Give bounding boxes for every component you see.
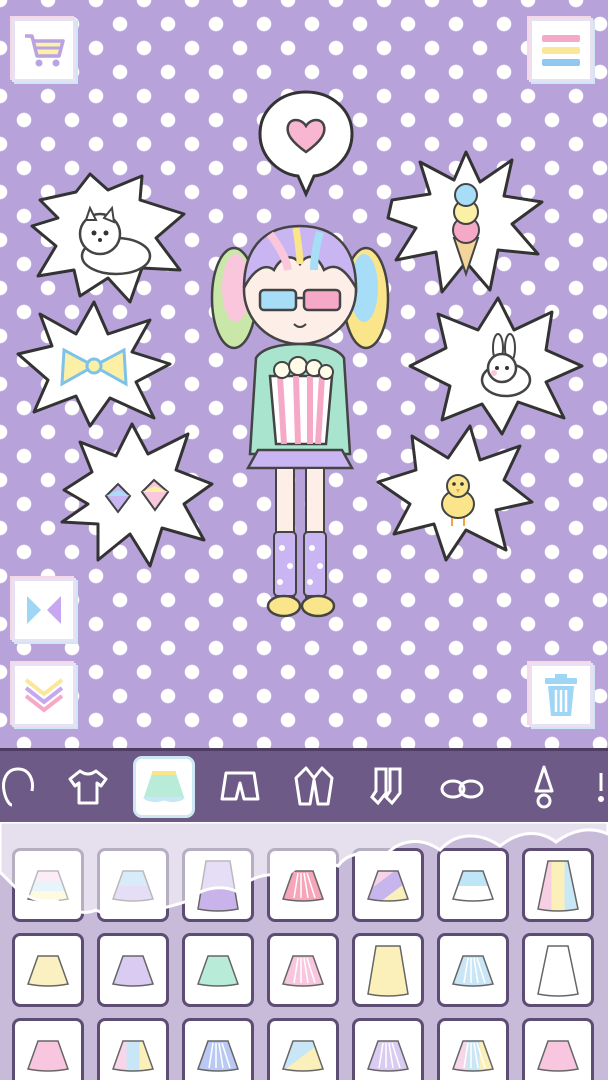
sticker-dog[interactable] xyxy=(30,170,190,310)
item-slot[interactable] xyxy=(97,1018,169,1080)
delete-button[interactable] xyxy=(529,663,593,727)
item-slot[interactable] xyxy=(182,933,254,1007)
dress-up-stage xyxy=(0,0,608,748)
skirt-thumbnail xyxy=(367,945,409,997)
flip-icon xyxy=(27,596,61,624)
menu-button[interactable] xyxy=(529,18,593,82)
skirt-thumbnail xyxy=(197,1040,239,1072)
sticker-bow[interactable] xyxy=(14,300,174,430)
sticker-bunny[interactable] xyxy=(406,296,586,436)
tab-hair[interactable] xyxy=(0,759,46,815)
more-icon xyxy=(598,773,604,802)
skirt-thumbnail xyxy=(537,1040,579,1072)
item-slot[interactable] xyxy=(522,1018,594,1080)
shoes-icon xyxy=(440,779,484,799)
drawer-scallop-edge xyxy=(0,822,608,919)
category-tab-bar xyxy=(0,748,608,822)
item-drawer xyxy=(0,822,608,1080)
skirt-thumbnail xyxy=(367,1040,409,1072)
item-slot[interactable] xyxy=(97,933,169,1007)
item-slot[interactable] xyxy=(437,1018,509,1080)
item-slot[interactable] xyxy=(12,933,84,1007)
item-slot[interactable] xyxy=(352,1018,424,1080)
skirt-thumbnail xyxy=(452,1040,494,1072)
skirt-thumbnail xyxy=(282,955,324,987)
shorts-icon xyxy=(220,771,260,801)
jacket-icon xyxy=(294,766,334,806)
skirt-thumbnail xyxy=(112,1040,154,1072)
sticker-gems[interactable] xyxy=(58,420,216,570)
character[interactable] xyxy=(200,218,400,628)
item-slot[interactable] xyxy=(267,1018,339,1080)
item-slot[interactable] xyxy=(267,933,339,1007)
sticker-ice-cream[interactable] xyxy=(386,150,546,298)
tab-tops[interactable] xyxy=(60,759,116,815)
item-slot[interactable] xyxy=(352,933,424,1007)
tab-shorts[interactable] xyxy=(212,759,268,815)
skirt-thumbnail xyxy=(452,955,494,987)
tab-accessories[interactable] xyxy=(516,759,572,815)
tab-skirts[interactable] xyxy=(136,759,192,815)
tshirt-icon xyxy=(68,769,108,805)
collapse-icon xyxy=(24,678,64,713)
skirt-thumbnail xyxy=(537,945,579,997)
menu-icon xyxy=(542,35,580,66)
emote-bubble[interactable] xyxy=(256,88,356,200)
hair-icon xyxy=(2,767,34,807)
skirt-thumbnail xyxy=(197,955,239,987)
item-slot[interactable] xyxy=(12,1018,84,1080)
tab-outerwear[interactable] xyxy=(286,759,342,815)
popcorn xyxy=(268,356,334,446)
tab-more[interactable] xyxy=(586,759,608,815)
collapse-button[interactable] xyxy=(12,663,76,727)
accessory-icon xyxy=(534,765,554,809)
tab-shoes[interactable] xyxy=(434,759,490,815)
socks-icon xyxy=(370,767,402,806)
skirt-thumbnail xyxy=(282,1040,324,1072)
flip-button[interactable] xyxy=(12,578,76,642)
item-slot[interactable] xyxy=(522,933,594,1007)
tab-socks[interactable] xyxy=(360,759,416,815)
shopping-cart-icon xyxy=(25,34,65,67)
skirt-thumbnail xyxy=(27,1040,69,1072)
item-slot[interactable] xyxy=(437,933,509,1007)
shop-button[interactable] xyxy=(12,18,76,82)
skirt-icon xyxy=(143,771,185,803)
skirt-thumbnail xyxy=(112,955,154,987)
item-slot[interactable] xyxy=(182,1018,254,1080)
skirt-thumbnail xyxy=(27,955,69,987)
trash-icon xyxy=(545,674,577,716)
